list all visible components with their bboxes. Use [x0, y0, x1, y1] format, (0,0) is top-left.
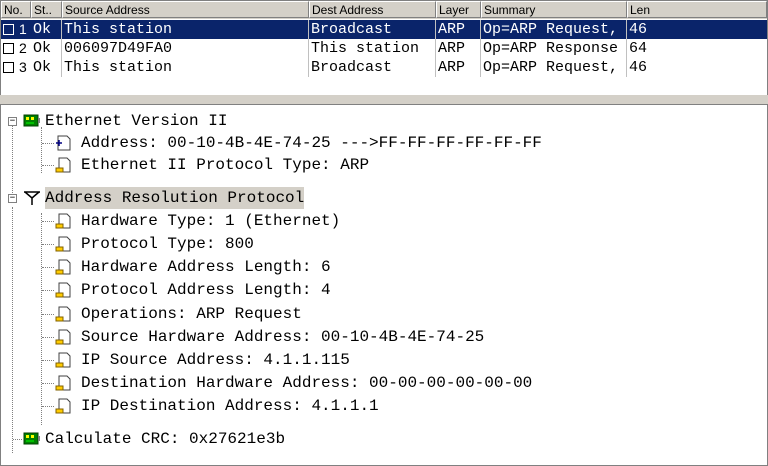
- tree-node-field[interactable]: Operations: ARP Request: [1, 303, 761, 325]
- tree-node-field[interactable]: Protocol Address Length: 4: [1, 279, 761, 301]
- tree-node-label: IP Destination Address: 4.1.1.1: [81, 397, 379, 415]
- row-checkbox[interactable]: [3, 43, 14, 54]
- row-len: 46: [629, 21, 648, 38]
- row-dest: Broadcast: [309, 58, 436, 77]
- row-status: Ok: [31, 39, 62, 58]
- antenna-icon: [24, 191, 40, 205]
- tree-node-label: Protocol Type: 800: [81, 235, 254, 253]
- tree-node-field[interactable]: Destination Hardware Address: 00-00-00-0…: [1, 372, 761, 394]
- tree-node-field[interactable]: Protocol Type: 800: [1, 233, 761, 255]
- row-layer: ARP: [436, 39, 481, 58]
- row-summary: Op=ARP Request,: [481, 20, 627, 39]
- tree-node-field[interactable]: Ethernet II Protocol Type: ARP: [1, 154, 761, 176]
- document-icon: [55, 375, 71, 391]
- tree-node-field[interactable]: Address: 00-10-4B-4E-74-25 --->FF-FF-FF-…: [1, 132, 761, 154]
- row-number: 3: [19, 59, 27, 75]
- column-header-no[interactable]: No.: [1, 1, 31, 18]
- network-card-icon: [23, 432, 40, 445]
- row-number: 1: [19, 21, 27, 37]
- packet-list[interactable]: No. St.. Source Address Dest Address Lay…: [0, 0, 768, 96]
- row-len: 46: [629, 59, 648, 76]
- document-icon: [55, 329, 71, 345]
- tree-node-label: Hardware Type: 1 (Ethernet): [81, 212, 341, 230]
- packet-list-header: No. St.. Source Address Dest Address Lay…: [1, 1, 767, 19]
- tree-node-label: Address: 00-10-4B-4E-74-25 --->FF-FF-FF-…: [81, 134, 542, 152]
- document-icon: [55, 259, 71, 275]
- row-dest: Broadcast: [309, 20, 436, 39]
- row-len: 64: [629, 40, 648, 57]
- tree-node-label: Hardware Address Length: 6: [81, 258, 331, 276]
- collapse-toggle-icon[interactable]: −: [8, 117, 17, 126]
- tree-node-arp[interactable]: − Address Resolution Protocol: [1, 187, 761, 209]
- column-header-layer[interactable]: Layer: [436, 1, 481, 18]
- tree-node-field[interactable]: IP Destination Address: 4.1.1.1: [1, 395, 761, 417]
- row-number: 2: [19, 40, 27, 56]
- row-layer: ARP: [436, 20, 481, 39]
- packet-row[interactable]: 3 Ok This station Broadcast ARP Op=ARP R…: [1, 58, 767, 77]
- tree-node-field[interactable]: Hardware Type: 1 (Ethernet): [1, 210, 761, 232]
- tree-node-label: Destination Hardware Address: 00-00-00-0…: [81, 374, 533, 392]
- column-header-status[interactable]: St..: [31, 1, 62, 18]
- row-checkbox[interactable]: [3, 62, 14, 73]
- row-dest: This station: [309, 39, 436, 58]
- tree-node-label: Calculate CRC: 0x27621e3b: [45, 430, 286, 448]
- packet-detail-tree[interactable]: − Ethernet Version II Address: 00-10-4B-…: [0, 104, 768, 466]
- column-header-summary[interactable]: Summary: [481, 1, 627, 18]
- tree-node-label: Operations: ARP Request: [81, 305, 302, 323]
- row-summary: Op=ARP Response: [481, 39, 627, 58]
- tree-node-field[interactable]: Hardware Address Length: 6: [1, 256, 761, 278]
- column-header-dest[interactable]: Dest Address: [309, 1, 436, 18]
- row-source: This station: [62, 58, 309, 77]
- tree-node-label: Protocol Address Length: 4: [81, 281, 331, 299]
- tree-node-label: IP Source Address: 4.1.1.115: [81, 351, 350, 369]
- tree-node-field[interactable]: IP Source Address: 4.1.1.115: [1, 349, 761, 371]
- document-icon: [55, 282, 71, 298]
- document-icon: [55, 398, 71, 414]
- row-summary: Op=ARP Request,: [481, 58, 627, 77]
- tree-node-label: Address Resolution Protocol: [45, 187, 305, 209]
- row-source: 006097D49FA0: [62, 39, 309, 58]
- row-status: Ok: [31, 20, 62, 39]
- network-card-icon: [23, 114, 40, 127]
- document-icon: [55, 157, 71, 173]
- link-document-icon: [56, 135, 71, 151]
- column-header-source[interactable]: Source Address: [62, 1, 309, 18]
- column-header-len[interactable]: Len: [627, 1, 767, 18]
- tree-node-label: Source Hardware Address: 00-10-4B-4E-74-…: [81, 328, 485, 346]
- tree-node-crc[interactable]: Calculate CRC: 0x27621e3b: [1, 428, 761, 450]
- packet-row[interactable]: 2 Ok 006097D49FA0 This station ARP Op=AR…: [1, 39, 767, 58]
- packet-row[interactable]: 1 Ok This station Broadcast ARP Op=ARP R…: [1, 20, 767, 39]
- document-icon: [55, 236, 71, 252]
- tree-node-ethernet[interactable]: − Ethernet Version II: [1, 110, 761, 132]
- document-icon: [55, 306, 71, 322]
- document-icon: [55, 213, 71, 229]
- document-icon: [55, 352, 71, 368]
- tree-node-label: Ethernet Version II: [45, 112, 228, 130]
- tree-node-field[interactable]: Source Hardware Address: 00-10-4B-4E-74-…: [1, 326, 761, 348]
- row-source: This station: [62, 20, 309, 39]
- row-status: Ok: [31, 58, 62, 77]
- collapse-toggle-icon[interactable]: −: [8, 194, 17, 203]
- row-checkbox[interactable]: [3, 24, 14, 35]
- tree-node-label: Ethernet II Protocol Type: ARP: [81, 156, 370, 174]
- row-layer: ARP: [436, 58, 481, 77]
